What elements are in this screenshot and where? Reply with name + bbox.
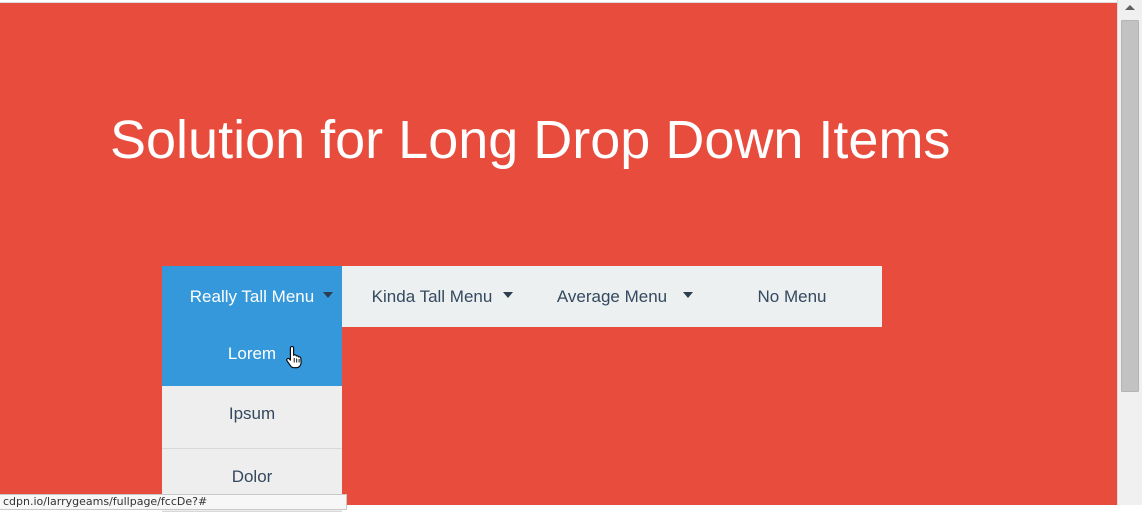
caret-down-icon (683, 292, 693, 298)
vertical-scrollbar[interactable] (1117, 0, 1142, 505)
menu-item-label: Kinda Tall Menu (371, 287, 493, 306)
menu-item-average[interactable]: Average Menu (522, 266, 702, 327)
dropdown-item-label: Ipsum (228, 404, 276, 423)
dropdown-item-label: Dolor (231, 467, 273, 486)
dropdown-item-label: Lorem (227, 344, 277, 363)
menu-item-label: Average Menu (556, 287, 668, 306)
main-menu-bar: Really Tall Menu Kinda Tall Menu Average… (162, 266, 882, 327)
menu-item-label: No Menu (757, 287, 827, 306)
hand-pointer-icon (286, 345, 302, 369)
menu-item-label: Really Tall Menu (189, 287, 315, 306)
dropdown-item-lorem[interactable]: Lorem (162, 327, 342, 386)
caret-down-icon (503, 292, 513, 298)
dropdown-item-ipsum[interactable]: Ipsum (162, 386, 342, 449)
menu-item-kinda-tall[interactable]: Kinda Tall Menu (342, 266, 522, 327)
scrollbar-thumb[interactable] (1121, 20, 1139, 392)
dropdown-menu: Lorem Ipsum Dolor (162, 327, 342, 512)
menu-item-really-tall[interactable]: Really Tall Menu (162, 266, 342, 327)
scroll-up-arrow-icon[interactable] (1125, 5, 1135, 10)
browser-viewport: Solution for Long Drop Down Items Really… (0, 0, 1142, 512)
caret-down-icon (323, 292, 333, 298)
menu-item-no-menu[interactable]: No Menu (702, 266, 882, 327)
status-bar-url: cdpn.io/larrygeams/fullpage/fccDe?# (0, 494, 347, 510)
page-title: Solution for Long Drop Down Items (110, 110, 951, 170)
